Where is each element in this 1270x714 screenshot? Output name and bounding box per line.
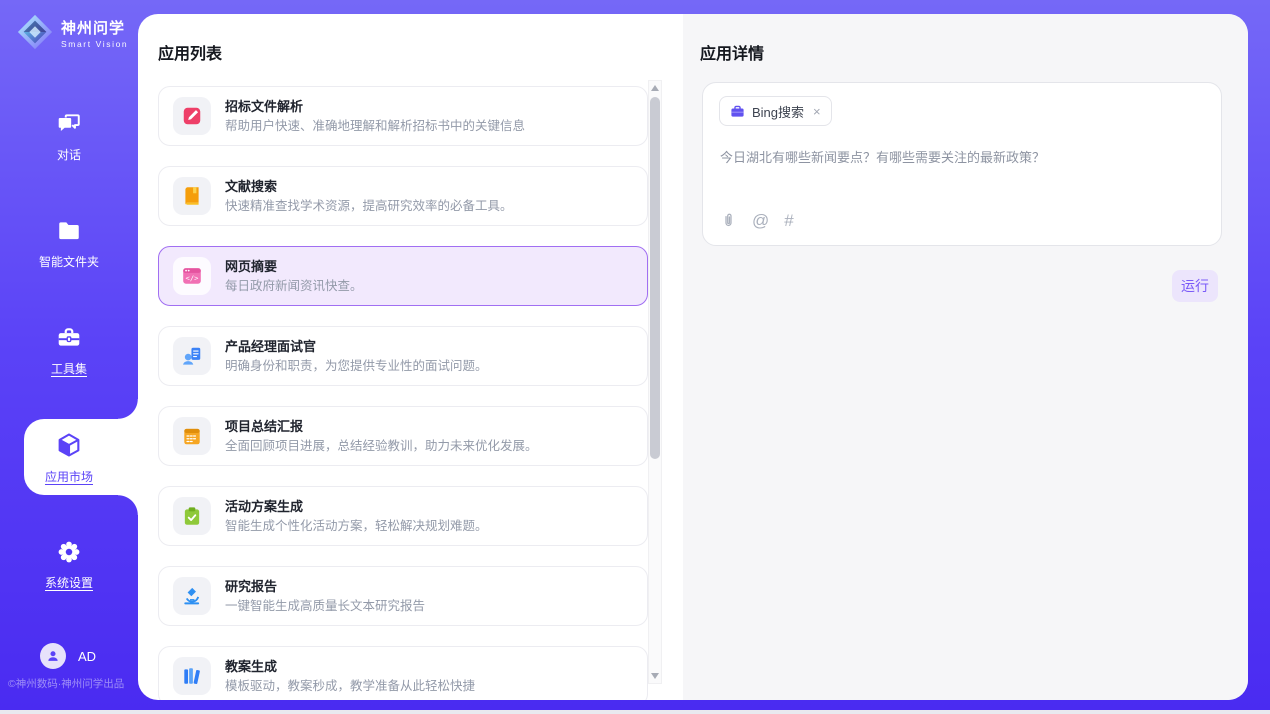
book-icon <box>173 177 211 215</box>
avatar[interactable] <box>40 643 66 669</box>
app-card-literature-search[interactable]: 文献搜索快速精准查找学术资源，提高研究效率的必备工具。 <box>158 166 648 226</box>
brand-logo-icon <box>16 13 54 56</box>
app-card-title: 教案生成 <box>225 657 475 677</box>
copyright-text: ©神州数码·神州问学出品 <box>8 676 124 691</box>
interviewer-icon <box>173 337 211 375</box>
app-card-description: 每日政府新闻资讯快查。 <box>225 277 363 296</box>
chat-icon <box>56 111 82 142</box>
main-content: 应用列表 招标文件解析帮助用户快速、准确地理解和解析招标书中的关键信息文献搜索快… <box>138 14 1248 700</box>
brand-name: 神州问学 <box>61 20 128 38</box>
folder-icon <box>56 218 82 249</box>
app-card-title: 招标文件解析 <box>225 97 525 117</box>
edit-doc-icon <box>173 97 211 135</box>
user-initials: AD <box>78 649 96 664</box>
app-card-texts: 产品经理面试官明确身份和职责，为您提供专业性的面试问题。 <box>225 337 488 376</box>
app-card-texts: 教案生成模板驱动，教案秒成，教学准备从此轻松快捷 <box>225 657 475 696</box>
app-card-title: 网页摘要 <box>225 257 363 277</box>
app-list-title: 应用列表 <box>158 40 222 64</box>
app-card-texts: 文献搜索快速精准查找学术资源，提高研究效率的必备工具。 <box>225 177 513 216</box>
app-list: 招标文件解析帮助用户快速、准确地理解和解析招标书中的关键信息文献搜索快速精准查找… <box>158 86 648 700</box>
app-card-texts: 项目总结汇报全面回顾项目进展，总结经验教训，助力未来优化发展。 <box>225 417 538 456</box>
app-card-project-summary[interactable]: 项目总结汇报全面回顾项目进展，总结经验教训，助力未来优化发展。 <box>158 406 648 466</box>
brand: 神州问学 Smart Vision <box>16 13 128 56</box>
paperclip-icon[interactable] <box>720 212 737 229</box>
scroll-up-icon[interactable] <box>649 81 661 95</box>
sidebar-item-smart-folders[interactable]: 智能文件夹 <box>0 189 138 296</box>
prompt-card[interactable]: Bing搜索 × 今日湖北有哪些新闻要点？有哪些需要关注的最新政策？ @ # <box>702 82 1222 246</box>
app-card-event-plan[interactable]: 活动方案生成智能生成个性化活动方案，轻松解决规划难题。 <box>158 486 648 546</box>
attachment-toolbar: @ # <box>720 212 794 229</box>
tool-chip[interactable]: Bing搜索 × <box>719 96 832 126</box>
app-card-pm-interviewer[interactable]: 产品经理面试官明确身份和职责，为您提供专业性的面试问题。 <box>158 326 648 386</box>
sidebar-item-label: 应用市场 <box>45 471 93 483</box>
sidebar-item-label: 智能文件夹 <box>39 256 99 268</box>
app-card-web-summary[interactable]: </> 网页摘要每日政府新闻资讯快查。 <box>158 246 648 306</box>
books-icon <box>173 657 211 695</box>
sidebar-item-chat[interactable]: 对话 <box>0 82 138 189</box>
app-card-title: 项目总结汇报 <box>225 417 538 437</box>
hash-icon[interactable]: # <box>784 212 793 229</box>
app-card-title: 文献搜索 <box>225 177 513 197</box>
microscope-icon <box>173 577 211 615</box>
app-detail-panel: 应用详情 Bing搜索 × 今日湖北有哪些新闻要点？有哪些需要关注的最新政策？ <box>683 14 1248 700</box>
app-card-title: 产品经理面试官 <box>225 337 488 357</box>
cube-icon <box>55 431 83 464</box>
prompt-text[interactable]: 今日湖北有哪些新闻要点？有哪些需要关注的最新政策？ <box>720 149 1205 167</box>
app-card-description: 全面回顾项目进展，总结经验教训，助力未来优化发展。 <box>225 437 538 456</box>
calendar-report-icon <box>173 417 211 455</box>
run-button[interactable]: 运行 <box>1172 270 1218 302</box>
sidebar-item-label: 系统设置 <box>45 577 93 589</box>
app-card-texts: 网页摘要每日政府新闻资讯快查。 <box>225 257 363 296</box>
app-card-research-report[interactable]: 研究报告一键智能生成高质量长文本研究报告 <box>158 566 648 626</box>
app-card-bid-analysis[interactable]: 招标文件解析帮助用户快速、准确地理解和解析招标书中的关键信息 <box>158 86 648 146</box>
gear-icon <box>56 539 82 570</box>
app-card-texts: 研究报告一键智能生成高质量长文本研究报告 <box>225 577 425 616</box>
browser-code-icon: </> <box>173 257 211 295</box>
app-card-lesson-plan[interactable]: 教案生成模板驱动，教案秒成，教学准备从此轻松快捷 <box>158 646 648 700</box>
app-card-title: 研究报告 <box>225 577 425 597</box>
svg-text:</>: </> <box>186 273 199 282</box>
scroll-down-icon[interactable] <box>649 669 661 683</box>
clipboard-check-icon <box>173 497 211 535</box>
app-card-texts: 招标文件解析帮助用户快速、准确地理解和解析招标书中的关键信息 <box>225 97 525 136</box>
app-card-description: 帮助用户快速、准确地理解和解析招标书中的关键信息 <box>225 117 525 136</box>
sidebar-item-label: 对话 <box>57 149 81 161</box>
app-card-description: 快速精准查找学术资源，提高研究效率的必备工具。 <box>225 197 513 216</box>
app-card-description: 明确身份和职责，为您提供专业性的面试问题。 <box>225 357 488 376</box>
scrollbar[interactable] <box>648 80 662 684</box>
app-card-description: 模板驱动，教案秒成，教学准备从此轻松快捷 <box>225 677 475 696</box>
brand-subtitle: Smart Vision <box>61 39 128 49</box>
sidebar-item-app-market[interactable]: 应用市场 <box>0 403 138 510</box>
sidebar-item-label: 工具集 <box>51 363 87 375</box>
briefcase-icon <box>730 104 745 119</box>
app-card-description: 一键智能生成高质量长文本研究报告 <box>225 597 425 616</box>
sidebar-item-toolset[interactable]: 工具集 <box>0 296 138 403</box>
app-card-description: 智能生成个性化活动方案，轻松解决规划难题。 <box>225 517 488 536</box>
tool-chip-label: Bing搜索 <box>752 102 804 121</box>
toolbox-icon <box>56 325 82 356</box>
app-detail-title: 应用详情 <box>700 40 764 64</box>
person-icon <box>45 648 61 664</box>
user-profile[interactable]: AD <box>40 643 96 669</box>
app-card-title: 活动方案生成 <box>225 497 488 517</box>
sidebar-nav: 对话智能文件夹工具集应用市场系统设置 <box>0 82 138 617</box>
app-card-texts: 活动方案生成智能生成个性化活动方案，轻松解决规划难题。 <box>225 497 488 536</box>
sidebar-item-system-settings[interactable]: 系统设置 <box>0 510 138 617</box>
chip-close-icon[interactable]: × <box>813 104 821 119</box>
at-icon[interactable]: @ <box>752 212 769 229</box>
scrollbar-thumb[interactable] <box>650 97 660 459</box>
sidebar: 神州问学 Smart Vision 对话智能文件夹工具集应用市场系统设置 AD … <box>0 0 138 710</box>
